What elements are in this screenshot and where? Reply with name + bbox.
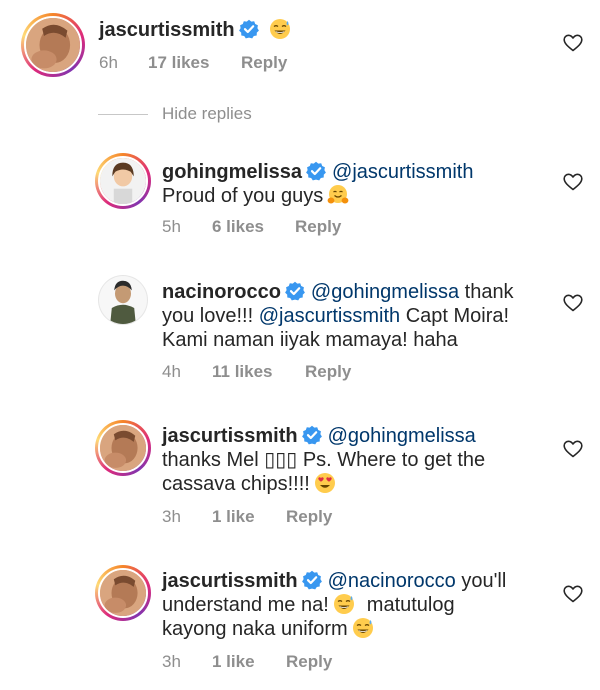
heart-eyes-emoji-icon xyxy=(314,473,335,493)
username[interactable]: jascurtissmith xyxy=(162,570,298,592)
comment-text: kayong naka uniform xyxy=(162,618,348,640)
timestamp: 6h xyxy=(99,53,118,72)
timestamp: 3h xyxy=(162,507,181,526)
timestamp: 3h xyxy=(162,652,181,671)
likes-count[interactable]: 1 like xyxy=(212,652,255,672)
comment-meta: 4h 11 likes Reply xyxy=(162,362,351,382)
reply-item: nacinorocco @gohingmelissa thank you love… xyxy=(0,270,600,390)
comment-text: matutulog xyxy=(366,594,455,616)
likes-count[interactable]: 17 likes xyxy=(148,53,209,73)
reply-item: jascurtissmith @nacinorocco you'll unders… xyxy=(0,559,600,684)
username[interactable]: nacinorocco xyxy=(162,281,281,303)
like-heart-icon[interactable] xyxy=(563,294,583,312)
comment-text: Proud of you guys xyxy=(162,185,324,207)
verified-badge-icon xyxy=(301,425,322,445)
reply-button[interactable]: Reply xyxy=(241,53,287,73)
avatar[interactable] xyxy=(95,420,151,476)
timestamp: 4h xyxy=(162,362,181,381)
divider-line xyxy=(98,113,148,115)
hide-replies-label[interactable]: Hide replies xyxy=(162,104,252,124)
verified-badge-icon xyxy=(238,19,259,39)
like-heart-icon[interactable] xyxy=(563,440,583,458)
hide-replies-toggle[interactable]: Hide replies xyxy=(98,104,252,124)
mention-link[interactable]: @gohingmelissa xyxy=(328,425,476,447)
reply-button[interactable]: Reply xyxy=(305,362,351,382)
comment-meta: 5h 6 likes Reply xyxy=(162,217,341,237)
username[interactable]: jascurtissmith xyxy=(99,19,235,41)
reply-button[interactable]: Reply xyxy=(286,507,332,527)
reply-button[interactable]: Reply xyxy=(286,652,332,672)
reply-item: jascurtissmith @gohingmelissa thanks Mel … xyxy=(0,414,600,534)
comment-text: you love!!! xyxy=(162,305,259,327)
avatar[interactable] xyxy=(95,153,151,209)
like-heart-icon[interactable] xyxy=(563,34,583,52)
likes-count[interactable]: 11 likes xyxy=(212,362,273,382)
comment-text: cassava chips!!!! xyxy=(162,473,310,495)
comment-top: jascurtissmith 6h 17 likes Reply xyxy=(0,0,600,100)
avatar[interactable] xyxy=(98,275,148,325)
reply-button[interactable]: Reply xyxy=(295,217,341,237)
mention-link[interactable]: @gohingmelissa xyxy=(311,281,459,303)
likes-count[interactable]: 1 like xyxy=(212,507,255,527)
mention-link[interactable]: @jascurtissmith xyxy=(259,305,400,327)
comment-meta: 3h 1 like Reply xyxy=(162,507,332,527)
grinning-sweat-emoji-icon xyxy=(352,617,374,639)
comment-text: Capt Moira! xyxy=(400,305,510,327)
comment-text: thank xyxy=(459,281,514,303)
mention-link[interactable]: @nacinorocco xyxy=(328,570,456,592)
avatar[interactable] xyxy=(21,13,85,77)
comment-text: you'll xyxy=(455,570,507,592)
likes-count[interactable]: 6 likes xyxy=(212,217,264,237)
avatar[interactable] xyxy=(95,565,151,621)
grinning-sweat-emoji-icon xyxy=(333,593,355,615)
reply-item: gohingmelissa @jascurtissmith Proud of yo… xyxy=(0,150,600,250)
comment-text: thanks Mel ▯▯▯ Ps. Where to get the xyxy=(162,449,486,471)
verified-badge-icon xyxy=(284,281,305,301)
verified-badge-icon xyxy=(301,570,322,590)
comment-meta: 3h 1 like Reply xyxy=(162,652,332,672)
comment-meta: 6h 17 likes Reply xyxy=(99,53,287,73)
like-heart-icon[interactable] xyxy=(563,173,583,191)
comment-text: Kami naman iiyak mamaya! haha xyxy=(162,329,458,351)
hugging-face-emoji-icon xyxy=(327,184,350,205)
timestamp: 5h xyxy=(162,217,181,236)
comment-text: understand me na! xyxy=(162,594,329,616)
grinning-sweat-emoji-icon xyxy=(268,18,291,40)
like-heart-icon[interactable] xyxy=(563,585,583,603)
username[interactable]: gohingmelissa xyxy=(162,161,302,183)
verified-badge-icon xyxy=(306,161,327,181)
username[interactable]: jascurtissmith xyxy=(162,425,298,447)
mention-link[interactable]: @jascurtissmith xyxy=(332,161,473,183)
